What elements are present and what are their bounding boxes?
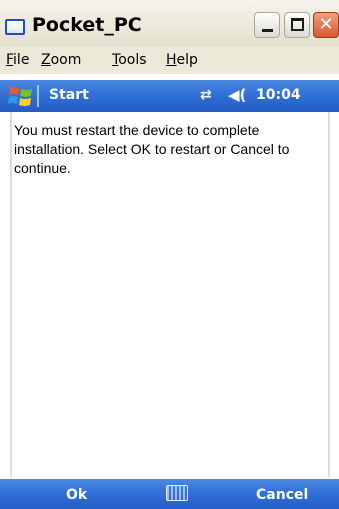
connectivity-icon[interactable]: ⇄ (200, 87, 212, 103)
maximize-icon (291, 18, 304, 31)
screen-right-edge (328, 112, 330, 477)
maximize-button[interactable] (284, 12, 310, 38)
menu-bar: File Zoom Tools Help (0, 46, 339, 74)
start-bar: Start ⇄ ◀( 10:04 (0, 80, 339, 112)
restart-message: You must restart the device to complete … (14, 122, 290, 176)
window-icon (5, 19, 25, 35)
minimize-icon (262, 29, 273, 32)
menu-file[interactable]: File (6, 52, 29, 68)
windows-logo-icon[interactable] (8, 84, 34, 108)
softkey-bar: Ok Cancel (0, 479, 339, 509)
screen-left-edge (10, 112, 12, 477)
ok-softkey[interactable]: Ok (66, 487, 87, 503)
volume-icon[interactable]: ◀( (228, 86, 246, 104)
window-title: Pocket_PC (32, 14, 142, 36)
start-button[interactable]: Start (49, 87, 89, 103)
menu-help[interactable]: Help (166, 52, 198, 68)
cancel-softkey[interactable]: Cancel (256, 487, 308, 503)
title-bar[interactable]: Pocket_PC ✕ (0, 0, 339, 46)
minimize-button[interactable] (254, 12, 280, 38)
close-button[interactable]: ✕ (313, 12, 339, 38)
close-icon: ✕ (318, 14, 334, 35)
menu-tools[interactable]: Tools (112, 52, 147, 68)
pocket-pc-emulator-window: Pocket_PC ✕ File Zoom Tools Help Start ⇄… (0, 0, 339, 509)
clock[interactable]: 10:04 (256, 87, 301, 103)
start-separator (37, 85, 39, 107)
keyboard-icon[interactable] (166, 485, 188, 501)
menu-zoom[interactable]: Zoom (41, 52, 81, 68)
